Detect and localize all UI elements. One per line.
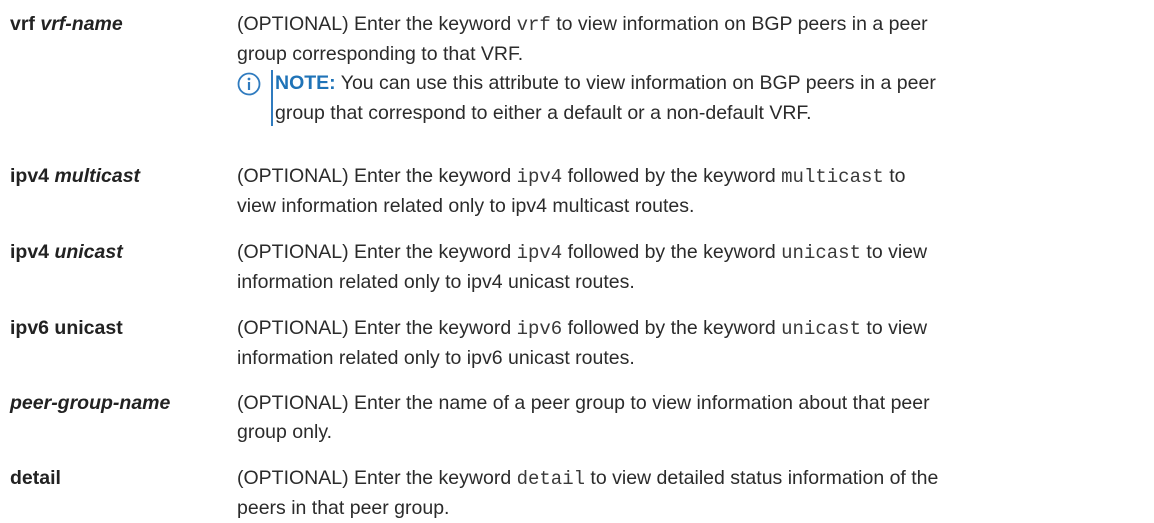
desc-text: to view information on BGP peers in a pe…: [550, 13, 928, 35]
desc-line-2: peers in that peer group.: [237, 497, 450, 519]
desc-line-1: (OPTIONAL) Enter the keyword ipv4 follow…: [237, 162, 1137, 192]
param-term: peer-group-name: [10, 389, 170, 418]
desc-line-2: information related only to ipv4 unicast…: [237, 271, 635, 293]
param-term: detail: [10, 467, 61, 489]
term-keyword: vrf: [10, 13, 41, 35]
term-variable: vrf-name: [40, 13, 123, 35]
desc-line-2: group only.: [237, 421, 333, 443]
param-description: (OPTIONAL) Enter the keyword ipv4 follow…: [237, 238, 1137, 297]
info-icon: [237, 72, 261, 96]
param-description: (OPTIONAL) Enter the keyword ipv4 follow…: [237, 162, 1137, 221]
desc-line-2: group corresponding to that VRF.: [237, 43, 524, 65]
desc-line-1: (OPTIONAL) Enter the keyword ipv6 follow…: [237, 314, 1137, 344]
desc-text: to: [883, 165, 906, 187]
desc-code: multicast: [781, 166, 884, 188]
desc-text: (OPTIONAL) Enter the keyword: [237, 317, 517, 339]
param-row-vrf: vrf vrf-name (OPTIONAL) Enter the keywor…: [0, 10, 1154, 130]
desc-text: (OPTIONAL) Enter the keyword: [237, 165, 517, 187]
note-box: NOTE: You can use this attribute to view…: [237, 68, 1137, 128]
param-term: vrf vrf-name: [10, 10, 123, 39]
desc-text: to view: [860, 317, 928, 339]
term-variable: unicast: [54, 241, 123, 263]
param-row-detail: detail (OPTIONAL) Enter the keyword deta…: [0, 464, 1154, 522]
desc-code: ipv6: [516, 318, 563, 340]
desc-line-2: information related only to ipv6 unicast…: [237, 347, 635, 369]
desc-text: (OPTIONAL) Enter the keyword: [237, 467, 517, 489]
term-keyword: ipv4: [10, 165, 55, 187]
desc-text: to view detailed status information of t…: [585, 467, 939, 489]
param-description: (OPTIONAL) Enter the keyword ipv6 follow…: [237, 314, 1137, 373]
desc-text: followed by the keyword: [562, 317, 782, 339]
param-row-ipv4-unicast: ipv4 unicast (OPTIONAL) Enter the keywor…: [0, 238, 1154, 296]
param-row-ipv6-unicast: ipv6 unicast (OPTIONAL) Enter the keywor…: [0, 314, 1154, 372]
term-keyword: ipv4: [10, 241, 55, 263]
note-body: You can use this attribute to view infor…: [335, 72, 936, 94]
note-line-2: group that correspond to either a defaul…: [275, 102, 812, 124]
note-label: NOTE:: [275, 72, 336, 94]
desc-code: detail: [516, 468, 586, 490]
desc-text: followed by the keyword: [562, 165, 782, 187]
term-variable: peer-group-name: [10, 392, 171, 414]
desc-code: unicast: [781, 318, 861, 340]
desc-text: (OPTIONAL) Enter the keyword: [237, 13, 517, 35]
desc-line-1: (OPTIONAL) Enter the name of a peer grou…: [237, 392, 930, 414]
param-description: (OPTIONAL) Enter the keyword vrf to view…: [237, 10, 1137, 69]
desc-text: (OPTIONAL) Enter the keyword: [237, 241, 517, 263]
desc-code: ipv4: [516, 166, 563, 188]
param-row-peer-group-name: peer-group-name (OPTIONAL) Enter the nam…: [0, 389, 1154, 447]
note-text: NOTE: You can use this attribute to view…: [275, 68, 1135, 128]
desc-line-1: (OPTIONAL) Enter the keyword ipv4 follow…: [237, 238, 1137, 268]
desc-line-1: (OPTIONAL) Enter the keyword vrf to view…: [237, 10, 1137, 40]
desc-code: ipv4: [516, 242, 563, 264]
param-description: (OPTIONAL) Enter the name of a peer grou…: [237, 389, 1137, 447]
note-line-1: NOTE: You can use this attribute to view…: [275, 68, 1135, 98]
param-row-ipv4-multicast: ipv4 multicast (OPTIONAL) Enter the keyw…: [0, 162, 1154, 220]
desc-code: vrf: [516, 14, 551, 36]
desc-code: unicast: [781, 242, 861, 264]
desc-text: followed by the keyword: [562, 241, 782, 263]
term-variable: multicast: [54, 165, 141, 187]
desc-line-2: view information related only to ipv4 mu…: [237, 195, 695, 217]
desc-text: to view: [860, 241, 928, 263]
desc-line-1: (OPTIONAL) Enter the keyword detail to v…: [237, 464, 1137, 494]
note-divider: [271, 70, 273, 126]
param-description: (OPTIONAL) Enter the keyword detail to v…: [237, 464, 1137, 523]
param-term: ipv4 unicast: [10, 238, 123, 267]
param-term: ipv4 multicast: [10, 162, 140, 191]
param-term: ipv6 unicast: [10, 317, 123, 339]
